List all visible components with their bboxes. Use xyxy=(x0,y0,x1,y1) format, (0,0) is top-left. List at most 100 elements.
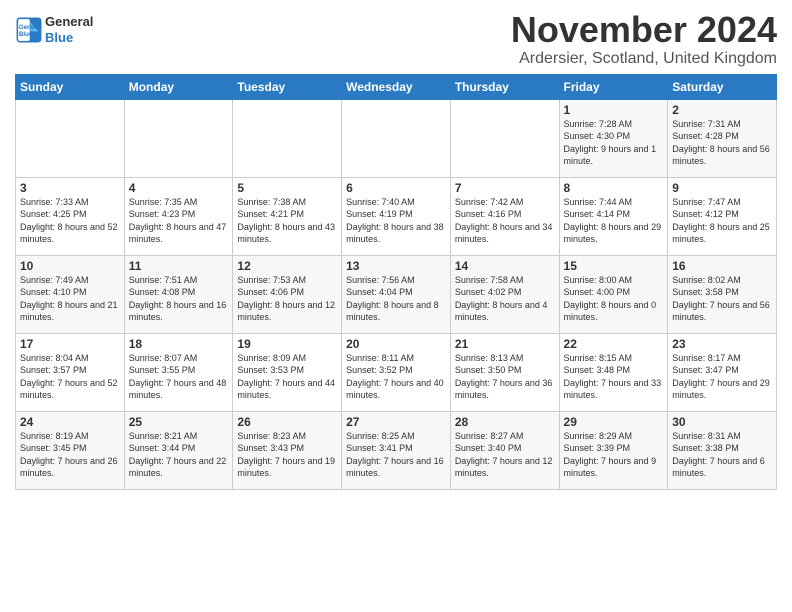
calendar-cell: 16Sunrise: 8:02 AMSunset: 3:58 PMDayligh… xyxy=(668,255,777,333)
day-info: Sunrise: 7:38 AMSunset: 4:21 PMDaylight:… xyxy=(237,196,337,246)
header-saturday: Saturday xyxy=(668,74,777,99)
calendar-cell xyxy=(450,99,559,177)
day-number: 13 xyxy=(346,259,446,273)
calendar-week-3: 10Sunrise: 7:49 AMSunset: 4:10 PMDayligh… xyxy=(16,255,777,333)
header-thursday: Thursday xyxy=(450,74,559,99)
calendar-cell: 30Sunrise: 8:31 AMSunset: 3:38 PMDayligh… xyxy=(668,411,777,489)
day-number: 6 xyxy=(346,181,446,195)
day-info: Sunrise: 8:15 AMSunset: 3:48 PMDaylight:… xyxy=(564,352,664,402)
calendar-cell xyxy=(124,99,233,177)
page-container: General Blue General Blue November 2024 … xyxy=(0,0,792,500)
logo-icon: General Blue xyxy=(15,16,43,44)
day-info: Sunrise: 8:23 AMSunset: 3:43 PMDaylight:… xyxy=(237,430,337,480)
calendar-cell xyxy=(342,99,451,177)
logo-text: General Blue xyxy=(45,14,93,45)
day-number: 11 xyxy=(129,259,229,273)
calendar-cell: 4Sunrise: 7:35 AMSunset: 4:23 PMDaylight… xyxy=(124,177,233,255)
calendar-cell: 5Sunrise: 7:38 AMSunset: 4:21 PMDaylight… xyxy=(233,177,342,255)
day-info: Sunrise: 8:27 AMSunset: 3:40 PMDaylight:… xyxy=(455,430,555,480)
day-info: Sunrise: 8:17 AMSunset: 3:47 PMDaylight:… xyxy=(672,352,772,402)
calendar-cell: 10Sunrise: 7:49 AMSunset: 4:10 PMDayligh… xyxy=(16,255,125,333)
calendar-cell: 15Sunrise: 8:00 AMSunset: 4:00 PMDayligh… xyxy=(559,255,668,333)
day-info: Sunrise: 8:11 AMSunset: 3:52 PMDaylight:… xyxy=(346,352,446,402)
day-number: 17 xyxy=(20,337,120,351)
calendar-cell: 3Sunrise: 7:33 AMSunset: 4:25 PMDaylight… xyxy=(16,177,125,255)
day-number: 5 xyxy=(237,181,337,195)
day-info: Sunrise: 8:21 AMSunset: 3:44 PMDaylight:… xyxy=(129,430,229,480)
calendar-cell: 12Sunrise: 7:53 AMSunset: 4:06 PMDayligh… xyxy=(233,255,342,333)
calendar-cell: 24Sunrise: 8:19 AMSunset: 3:45 PMDayligh… xyxy=(16,411,125,489)
day-number: 25 xyxy=(129,415,229,429)
day-info: Sunrise: 7:28 AMSunset: 4:30 PMDaylight:… xyxy=(564,118,664,168)
day-info: Sunrise: 7:47 AMSunset: 4:12 PMDaylight:… xyxy=(672,196,772,246)
day-number: 20 xyxy=(346,337,446,351)
header-wednesday: Wednesday xyxy=(342,74,451,99)
day-number: 15 xyxy=(564,259,664,273)
calendar-cell: 27Sunrise: 8:25 AMSunset: 3:41 PMDayligh… xyxy=(342,411,451,489)
calendar-body: 1Sunrise: 7:28 AMSunset: 4:30 PMDaylight… xyxy=(16,99,777,489)
header-sunday: Sunday xyxy=(16,74,125,99)
calendar-cell: 17Sunrise: 8:04 AMSunset: 3:57 PMDayligh… xyxy=(16,333,125,411)
calendar-week-4: 17Sunrise: 8:04 AMSunset: 3:57 PMDayligh… xyxy=(16,333,777,411)
day-number: 21 xyxy=(455,337,555,351)
day-number: 24 xyxy=(20,415,120,429)
day-info: Sunrise: 8:07 AMSunset: 3:55 PMDaylight:… xyxy=(129,352,229,402)
calendar-header: Sunday Monday Tuesday Wednesday Thursday… xyxy=(16,74,777,99)
day-info: Sunrise: 7:40 AMSunset: 4:19 PMDaylight:… xyxy=(346,196,446,246)
calendar-cell: 11Sunrise: 7:51 AMSunset: 4:08 PMDayligh… xyxy=(124,255,233,333)
calendar-cell: 25Sunrise: 8:21 AMSunset: 3:44 PMDayligh… xyxy=(124,411,233,489)
day-info: Sunrise: 7:35 AMSunset: 4:23 PMDaylight:… xyxy=(129,196,229,246)
header-section: General Blue General Blue November 2024 … xyxy=(15,10,777,68)
calendar-cell: 28Sunrise: 8:27 AMSunset: 3:40 PMDayligh… xyxy=(450,411,559,489)
title-section: November 2024 Ardersier, Scotland, Unite… xyxy=(511,10,777,68)
calendar-cell: 14Sunrise: 7:58 AMSunset: 4:02 PMDayligh… xyxy=(450,255,559,333)
calendar-week-2: 3Sunrise: 7:33 AMSunset: 4:25 PMDaylight… xyxy=(16,177,777,255)
day-info: Sunrise: 7:51 AMSunset: 4:08 PMDaylight:… xyxy=(129,274,229,324)
location-title: Ardersier, Scotland, United Kingdom xyxy=(511,50,777,68)
day-info: Sunrise: 7:49 AMSunset: 4:10 PMDaylight:… xyxy=(20,274,120,324)
header-row: Sunday Monday Tuesday Wednesday Thursday… xyxy=(16,74,777,99)
calendar-cell: 22Sunrise: 8:15 AMSunset: 3:48 PMDayligh… xyxy=(559,333,668,411)
day-number: 27 xyxy=(346,415,446,429)
day-number: 23 xyxy=(672,337,772,351)
day-number: 18 xyxy=(129,337,229,351)
calendar-cell: 13Sunrise: 7:56 AMSunset: 4:04 PMDayligh… xyxy=(342,255,451,333)
day-number: 2 xyxy=(672,103,772,117)
day-number: 30 xyxy=(672,415,772,429)
day-number: 28 xyxy=(455,415,555,429)
calendar-cell: 26Sunrise: 8:23 AMSunset: 3:43 PMDayligh… xyxy=(233,411,342,489)
header-monday: Monday xyxy=(124,74,233,99)
calendar-cell: 21Sunrise: 8:13 AMSunset: 3:50 PMDayligh… xyxy=(450,333,559,411)
day-info: Sunrise: 8:29 AMSunset: 3:39 PMDaylight:… xyxy=(564,430,664,480)
calendar-cell: 8Sunrise: 7:44 AMSunset: 4:14 PMDaylight… xyxy=(559,177,668,255)
day-info: Sunrise: 8:19 AMSunset: 3:45 PMDaylight:… xyxy=(20,430,120,480)
calendar-cell: 9Sunrise: 7:47 AMSunset: 4:12 PMDaylight… xyxy=(668,177,777,255)
day-info: Sunrise: 7:33 AMSunset: 4:25 PMDaylight:… xyxy=(20,196,120,246)
header-tuesday: Tuesday xyxy=(233,74,342,99)
day-info: Sunrise: 7:58 AMSunset: 4:02 PMDaylight:… xyxy=(455,274,555,324)
day-info: Sunrise: 7:56 AMSunset: 4:04 PMDaylight:… xyxy=(346,274,446,324)
calendar-cell xyxy=(16,99,125,177)
svg-text:Blue: Blue xyxy=(19,31,33,38)
day-info: Sunrise: 8:25 AMSunset: 3:41 PMDaylight:… xyxy=(346,430,446,480)
day-info: Sunrise: 7:44 AMSunset: 4:14 PMDaylight:… xyxy=(564,196,664,246)
calendar-cell: 19Sunrise: 8:09 AMSunset: 3:53 PMDayligh… xyxy=(233,333,342,411)
day-number: 16 xyxy=(672,259,772,273)
day-number: 14 xyxy=(455,259,555,273)
day-number: 22 xyxy=(564,337,664,351)
day-number: 8 xyxy=(564,181,664,195)
day-number: 26 xyxy=(237,415,337,429)
day-number: 10 xyxy=(20,259,120,273)
day-info: Sunrise: 8:13 AMSunset: 3:50 PMDaylight:… xyxy=(455,352,555,402)
day-number: 7 xyxy=(455,181,555,195)
svg-text:General: General xyxy=(19,24,42,31)
calendar-cell: 1Sunrise: 7:28 AMSunset: 4:30 PMDaylight… xyxy=(559,99,668,177)
day-info: Sunrise: 8:00 AMSunset: 4:00 PMDaylight:… xyxy=(564,274,664,324)
calendar-cell xyxy=(233,99,342,177)
calendar-cell: 20Sunrise: 8:11 AMSunset: 3:52 PMDayligh… xyxy=(342,333,451,411)
day-number: 1 xyxy=(564,103,664,117)
calendar-table: Sunday Monday Tuesday Wednesday Thursday… xyxy=(15,74,777,490)
calendar-cell: 23Sunrise: 8:17 AMSunset: 3:47 PMDayligh… xyxy=(668,333,777,411)
month-title: November 2024 xyxy=(511,10,777,50)
day-number: 29 xyxy=(564,415,664,429)
